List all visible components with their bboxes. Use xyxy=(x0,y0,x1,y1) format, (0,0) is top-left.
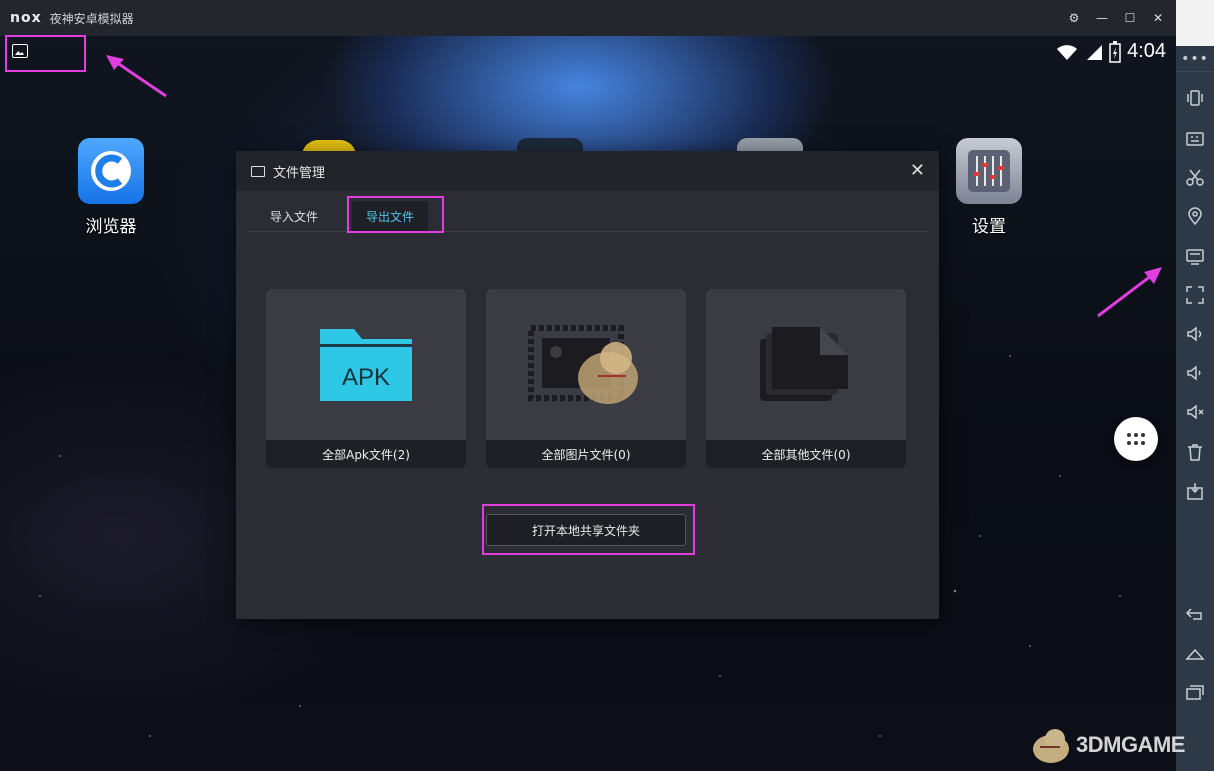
dialog-close-icon[interactable]: ✕ xyxy=(910,160,925,181)
dialog-title: 文件管理 xyxy=(273,165,326,181)
shake-icon[interactable] xyxy=(1183,86,1207,110)
annotation-box-screenshot xyxy=(5,35,86,72)
trash-icon[interactable] xyxy=(1183,440,1207,464)
card-other-files[interactable]: 全部其他文件(0) xyxy=(706,289,906,468)
app-settings[interactable]: 设置 xyxy=(956,138,1022,237)
scissors-icon[interactable] xyxy=(1183,165,1207,189)
annotation-box-export-tab xyxy=(347,196,444,233)
android-nav-bar xyxy=(0,766,1176,771)
side-toolbar: ••• xyxy=(1176,0,1214,771)
window-title: 夜神安卓模拟器 xyxy=(49,11,134,26)
dialog-header: 文件管理 ✕ xyxy=(236,151,939,191)
monitor-icon xyxy=(251,165,265,177)
volume-down-icon[interactable] xyxy=(1183,361,1207,385)
apk-folder-icon: APK xyxy=(320,328,412,401)
keyboard-icon[interactable] xyxy=(1183,126,1207,150)
watermark: 3DMGAME xyxy=(1030,725,1185,765)
toolbar-back-icon[interactable] xyxy=(1183,602,1207,626)
close-window-icon[interactable]: ✕ xyxy=(1150,10,1166,26)
fullscreen-icon[interactable] xyxy=(1183,283,1207,307)
toolbar-top xyxy=(1176,0,1214,46)
card-art: APK xyxy=(266,289,466,440)
apk-install-icon[interactable] xyxy=(1183,479,1207,503)
tab-import[interactable]: 导入文件 xyxy=(246,201,342,231)
window-controls: ⚙ — ☐ ✕ xyxy=(1066,0,1166,36)
card-apk-files[interactable]: APK 全部Apk文件(2) xyxy=(266,289,466,468)
documents-icon xyxy=(760,326,848,401)
more-options-icon[interactable]: ••• xyxy=(1176,46,1214,72)
browser-icon xyxy=(78,138,144,204)
mute-icon[interactable] xyxy=(1183,400,1207,424)
battery-icon xyxy=(1109,40,1121,63)
emulator-root: nox 夜神安卓模拟器 ⚙ — ☐ ✕ 4:04 浏览器 设置 文件管理 ✕ 导… xyxy=(0,0,1214,771)
card-art xyxy=(706,289,906,440)
location-icon[interactable] xyxy=(1183,204,1207,228)
volume-up-icon[interactable] xyxy=(1183,322,1207,346)
title-bar: nox 夜神安卓模拟器 ⚙ — ☐ ✕ xyxy=(0,0,1176,36)
watermark-text: 3DMGAME xyxy=(1076,732,1185,757)
card-caption: 全部图片文件(0) xyxy=(486,440,686,468)
app-label: 设置 xyxy=(972,217,1006,237)
toolbar-recents-icon[interactable] xyxy=(1183,680,1207,704)
toolbar-home-icon[interactable] xyxy=(1183,641,1207,665)
signal-icon xyxy=(1087,44,1103,60)
settings-gear-icon[interactable]: ⚙ xyxy=(1066,10,1082,26)
minimize-icon[interactable]: — xyxy=(1094,10,1110,26)
wifi-icon xyxy=(1057,44,1078,60)
card-art xyxy=(486,289,686,440)
image-stamp-icon xyxy=(528,324,638,404)
file-manager-dialog: 文件管理 ✕ 导入文件 导出文件 APK 全部Apk文件(2) 全部图片文件(0… xyxy=(236,151,939,619)
app-browser[interactable]: 浏览器 xyxy=(78,138,144,237)
watermark-mascot-icon xyxy=(1033,729,1069,763)
maximize-icon[interactable]: ☐ xyxy=(1122,10,1138,26)
app-icon-partial[interactable] xyxy=(517,138,583,152)
svg-text:APK: APK xyxy=(342,364,390,391)
app-icon-partial[interactable] xyxy=(737,138,803,152)
app-drawer-button[interactable] xyxy=(1114,417,1158,461)
nox-logo: nox xyxy=(10,10,42,26)
file-manager-icon[interactable] xyxy=(1183,244,1207,268)
card-image-files[interactable]: 全部图片文件(0) xyxy=(486,289,686,468)
card-caption: 全部其他文件(0) xyxy=(706,440,906,468)
card-caption: 全部Apk文件(2) xyxy=(266,440,466,468)
annotation-arrow xyxy=(1097,267,1162,318)
settings-sliders-icon xyxy=(956,138,1022,204)
app-label: 浏览器 xyxy=(85,217,137,237)
clock: 4:04 xyxy=(1127,40,1166,62)
grid-dots-icon xyxy=(1127,433,1145,445)
status-bar: 4:04 xyxy=(1055,40,1166,63)
annotation-box-share-button xyxy=(482,504,695,555)
annotation-arrow xyxy=(106,55,167,98)
